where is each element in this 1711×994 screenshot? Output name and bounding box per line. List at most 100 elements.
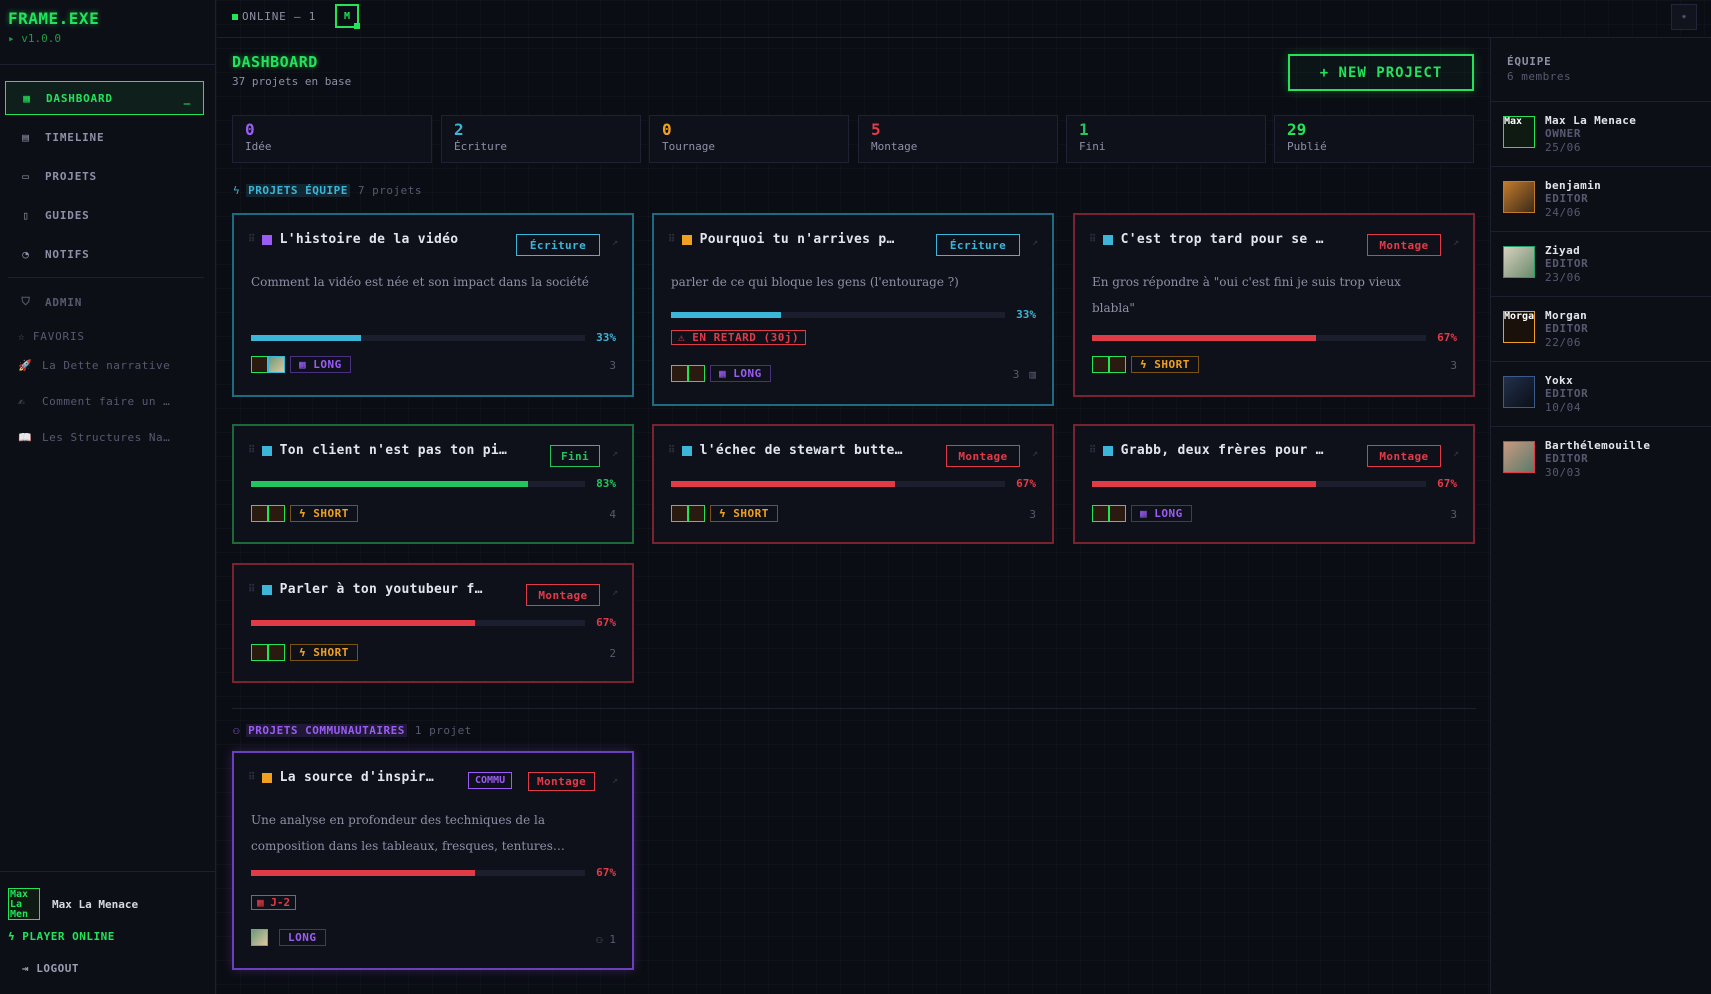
avatar[interactable] bbox=[688, 365, 705, 382]
favorite-item[interactable]: ✍ Comment faire un … bbox=[18, 395, 170, 408]
team-member[interactable]: Yokx EDITOR 10/04 bbox=[1491, 361, 1711, 426]
drag-handle-icon[interactable]: ⠿ bbox=[668, 234, 676, 245]
logout-button[interactable]: ⇥ LOGOUT bbox=[22, 962, 79, 975]
status-badge[interactable]: Fini bbox=[550, 445, 600, 467]
external-link-icon[interactable]: ↗ bbox=[612, 448, 618, 459]
external-link-icon[interactable]: ↗ bbox=[612, 775, 618, 786]
team-member[interactable]: benjamin EDITOR 24/06 bbox=[1491, 166, 1711, 231]
external-link-icon[interactable]: ↗ bbox=[612, 587, 618, 598]
team-title: ÉQUIPE bbox=[1507, 55, 1552, 68]
external-link-icon[interactable]: ↗ bbox=[1032, 237, 1038, 248]
avatar[interactable] bbox=[671, 505, 688, 522]
avatar[interactable] bbox=[268, 644, 285, 661]
drag-handle-icon[interactable]: ⠿ bbox=[248, 234, 256, 245]
avatar[interactable] bbox=[671, 365, 688, 382]
drag-handle-icon[interactable]: ⠿ bbox=[248, 584, 256, 595]
member-name: Morgan bbox=[1545, 309, 1588, 322]
app-version: ▸ v1.0.0 bbox=[8, 32, 61, 45]
format-tag: ϟ SHORT bbox=[710, 505, 778, 522]
project-card[interactable]: ⠿ L'histoire de la vidéo Écriture ↗ Comme… bbox=[232, 213, 634, 397]
drag-handle-icon[interactable]: ⠿ bbox=[1089, 445, 1097, 456]
format-tag: ▦ LONG bbox=[710, 365, 771, 382]
avatar[interactable] bbox=[688, 505, 705, 522]
status-badge[interactable]: Écriture bbox=[936, 234, 1020, 256]
nav-guides[interactable]: ▯ GUIDES bbox=[5, 198, 204, 232]
project-title-text: Ton client n'est pas ton pi… bbox=[279, 443, 508, 458]
status-badge[interactable]: Montage bbox=[1367, 234, 1441, 256]
progress-bar bbox=[671, 481, 1005, 487]
bell-icon: ◔ bbox=[22, 247, 30, 261]
drag-handle-icon[interactable]: ⠿ bbox=[1089, 234, 1097, 245]
team-member[interactable]: Morga Morgan EDITOR 22/06 bbox=[1491, 296, 1711, 361]
favorite-item[interactable]: 🚀 La Dette narrative bbox=[18, 359, 170, 372]
project-card[interactable]: ⠿ l'échec de stewart butte… Montage ↗ 67… bbox=[652, 424, 1054, 544]
external-link-icon[interactable]: ↗ bbox=[1453, 237, 1459, 248]
external-link-icon[interactable]: ↗ bbox=[612, 237, 618, 248]
external-link-icon[interactable]: ↗ bbox=[1453, 448, 1459, 459]
nav-projets[interactable]: ▭ PROJETS bbox=[5, 159, 204, 193]
app-logo[interactable]: FRAME.EXE bbox=[8, 9, 99, 28]
project-title-text: L'histoire de la vidéo bbox=[279, 232, 459, 247]
online-user-avatar[interactable]: M bbox=[335, 4, 360, 29]
avatar[interactable] bbox=[268, 505, 285, 522]
avatar[interactable] bbox=[251, 505, 268, 522]
avatar[interactable] bbox=[251, 929, 268, 946]
nav-notifs[interactable]: ◔ NOTIFS bbox=[5, 237, 204, 271]
community-project-card[interactable]: ⠿ La source d'inspir… COMMU Montage ↗ Un… bbox=[232, 751, 634, 970]
trash-icon[interactable]: ▥ bbox=[1029, 368, 1036, 381]
avatar[interactable] bbox=[1109, 356, 1126, 373]
status-badge[interactable]: Montage bbox=[1367, 445, 1441, 467]
member-name: Max La Menace bbox=[1545, 114, 1637, 127]
assignee-avatars bbox=[251, 505, 285, 522]
project-card[interactable]: ⠿ Ton client n'est pas ton pi… Fini ↗ 83… bbox=[232, 424, 634, 544]
film-icon: ▦ bbox=[299, 358, 314, 371]
drag-handle-icon[interactable]: ⠿ bbox=[668, 445, 676, 456]
status-badge[interactable]: Montage bbox=[526, 584, 600, 606]
project-card[interactable]: ⠿ Grabb, deux frères pour … Montage ↗ 67… bbox=[1073, 424, 1475, 544]
favorite-item[interactable]: 📖 Les Structures Na… bbox=[18, 431, 170, 444]
project-card[interactable]: ⠿ C'est trop tard pour se … Montage ↗ En … bbox=[1073, 213, 1475, 397]
member-count: 2 bbox=[609, 647, 616, 660]
project-title-text: La source d'inspir… bbox=[279, 770, 435, 785]
avatar[interactable] bbox=[1109, 505, 1126, 522]
team-member[interactable]: Barthélemouille EDITOR 30/03 bbox=[1491, 426, 1711, 491]
progress-percent: 83% bbox=[596, 477, 616, 490]
favorite-label: Comment faire un … bbox=[42, 395, 171, 408]
stat-value: 0 bbox=[662, 120, 672, 139]
category-icon bbox=[261, 584, 272, 595]
nav-dashboard[interactable]: ▦ DASHBOARD _ bbox=[5, 81, 204, 115]
project-description: Une analyse en profondeur des techniques… bbox=[251, 813, 565, 853]
avatar[interactable] bbox=[251, 356, 268, 373]
progress-bar bbox=[1092, 335, 1426, 341]
external-link-icon[interactable]: ↗ bbox=[1032, 448, 1038, 459]
project-card[interactable]: ⠿ Parler à ton youtubeur f… Montage ↗ 67… bbox=[232, 563, 634, 683]
project-card[interactable]: ⠿ Pourquoi tu n'arrives p… Écriture ↗ par… bbox=[652, 213, 1054, 406]
member-count-value: 2 bbox=[609, 647, 616, 660]
project-title-text: Parler à ton youtubeur f… bbox=[279, 582, 483, 597]
drag-handle-icon[interactable]: ⠿ bbox=[248, 445, 256, 456]
status-badge[interactable]: Montage bbox=[946, 445, 1020, 467]
player-status-label: PLAYER ONLINE bbox=[22, 930, 115, 943]
project-title: ⠿ Grabb, deux frères pour … bbox=[1089, 443, 1355, 458]
format-tag: ▦ LONG bbox=[1131, 505, 1192, 522]
progress-fill bbox=[251, 620, 475, 626]
member-name: Barthélemouille bbox=[1545, 439, 1651, 452]
avatar[interactable] bbox=[1092, 505, 1109, 522]
current-user[interactable]: Max La Men Max La Menace bbox=[8, 888, 138, 920]
new-project-button[interactable]: + NEW PROJECT bbox=[1288, 54, 1474, 91]
avatar[interactable] bbox=[1092, 356, 1109, 373]
status-badge[interactable]: Montage bbox=[528, 772, 596, 791]
category-icon bbox=[681, 234, 692, 245]
format-tag: ϟ SHORT bbox=[1131, 356, 1199, 373]
drag-handle-icon[interactable]: ⠿ bbox=[248, 772, 256, 783]
avatar[interactable] bbox=[251, 644, 268, 661]
nav-timeline[interactable]: ▤ TIMELINE bbox=[5, 120, 204, 154]
avatar[interactable] bbox=[268, 356, 285, 373]
member-date: 25/06 bbox=[1545, 141, 1582, 154]
team-member[interactable]: Max Max La Menace OWNER 25/06 bbox=[1491, 101, 1711, 166]
status-badge[interactable]: Écriture bbox=[516, 234, 600, 256]
team-member[interactable]: Ziyad EDITOR 23/06 bbox=[1491, 231, 1711, 296]
page-title: DASHBOARD bbox=[232, 53, 318, 71]
settings-button[interactable]: ✷ bbox=[1671, 4, 1697, 30]
nav-admin[interactable]: ⛉ ADMIN bbox=[5, 285, 204, 319]
